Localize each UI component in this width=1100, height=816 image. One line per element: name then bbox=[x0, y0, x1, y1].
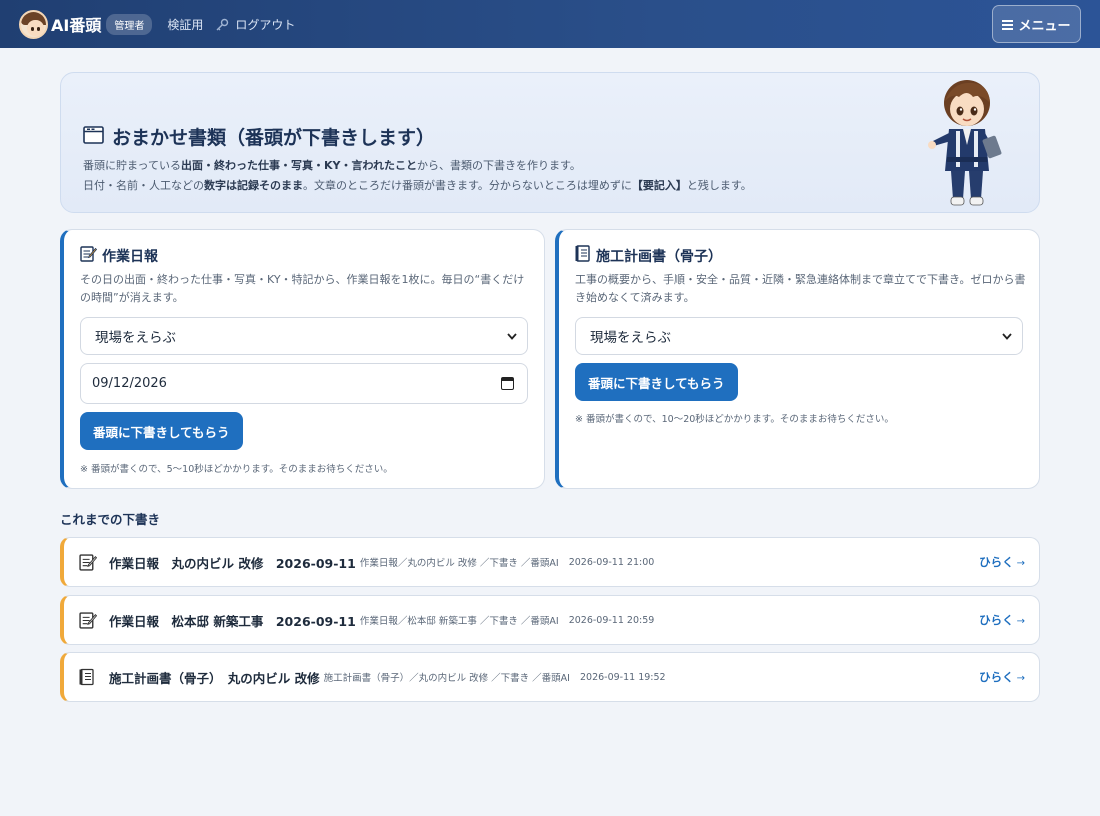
key-icon bbox=[215, 17, 229, 31]
construction-plan-title: 施工計画書（骨子） bbox=[596, 248, 722, 265]
site-select-value: 現場をえらぶ bbox=[95, 330, 176, 346]
hero-description: 番頭に貯まっている出面・終わった仕事・写真・KY・言われたことから、書類の下書き… bbox=[83, 159, 752, 192]
site-select-value: 現場をえらぶ bbox=[590, 330, 671, 346]
memo-icon bbox=[79, 611, 98, 629]
construction-plan-description: 工事の概要から、手順・安全・品質・近隣・緊急連絡体制まで章立てで下書き。ゼロから… bbox=[575, 273, 1026, 304]
daily-report-site-select[interactable]: 現場をえらぶ bbox=[80, 317, 528, 355]
calendar-icon[interactable] bbox=[501, 377, 514, 390]
mascot-illustration bbox=[923, 73, 1007, 213]
brand-name: AI番頭 bbox=[51, 16, 102, 35]
menu-button[interactable]: メニュー bbox=[992, 5, 1081, 43]
chevron-down-icon bbox=[1002, 328, 1012, 344]
hero-title: おまかせ書類（番頭が下書きします） bbox=[112, 127, 436, 149]
history-item[interactable]: 施工計画書（骨子） 丸の内ビル 改修 施工計画書（骨子）／丸の内ビル 改修 ／下… bbox=[60, 652, 1040, 702]
chevron-down-icon bbox=[507, 328, 517, 344]
history-item-title: 施工計画書（骨子） 丸の内ビル 改修 bbox=[109, 670, 320, 686]
nav-logout-link[interactable]: ログアウト bbox=[235, 16, 295, 33]
daily-report-note: ※ 番頭が書くので、5〜10秒ほどかかります。そのままお待ちください。 bbox=[80, 464, 393, 475]
mascot-avatar-icon bbox=[19, 9, 48, 39]
history-item-time: 2026-09-11 20:59 bbox=[568, 614, 655, 626]
history-item-title: 作業日報 松本邸 新築工事 2026-09-11 bbox=[109, 613, 356, 629]
menu-label: メニュー bbox=[1018, 18, 1071, 34]
history-item[interactable]: 作業日報 丸の内ビル 改修 2026-09-11 作業日報／丸の内ビル 改修 ／… bbox=[60, 537, 1040, 587]
brand[interactable]: AI番頭 管理者 bbox=[19, 9, 153, 39]
history-item-meta: 作業日報／丸の内ビル 改修 ／下書き ／番頭AI bbox=[359, 558, 559, 569]
construction-plan-site-select[interactable]: 現場をえらぶ bbox=[575, 317, 1023, 355]
date-value: 09/12/2026 bbox=[92, 376, 167, 391]
memo-icon bbox=[80, 245, 98, 266]
arrow-right-icon: → bbox=[1016, 673, 1025, 684]
daily-report-title: 作業日報 bbox=[102, 248, 158, 265]
history-item-title: 作業日報 丸の内ビル 改修 2026-09-11 bbox=[109, 555, 356, 571]
arrow-right-icon: → bbox=[1016, 558, 1025, 569]
file-cabinet-icon bbox=[83, 125, 104, 149]
open-link[interactable]: ひらく → bbox=[979, 554, 1025, 570]
history-item-meta: 作業日報／松本邸 新築工事 ／下書き ／番頭AI bbox=[359, 616, 559, 627]
daily-report-generate-button[interactable]: 番頭に下書きしてもらう bbox=[80, 412, 243, 450]
role-badge: 管理者 bbox=[106, 13, 153, 35]
open-link[interactable]: ひらく → bbox=[979, 669, 1025, 685]
history-item-time: 2026-09-11 21:00 bbox=[568, 556, 655, 568]
notebook-icon bbox=[79, 668, 97, 686]
daily-report-description: その日の出面・終わった仕事・写真・KY・特記から、作業日報を1枚に。毎日の“書く… bbox=[80, 273, 525, 304]
history-section-title: これまでの下書き bbox=[60, 512, 161, 527]
notebook-icon bbox=[575, 245, 591, 266]
top-navbar: AI番頭 管理者 検証用 ログアウト メニュー bbox=[0, 0, 1100, 48]
memo-icon bbox=[79, 553, 98, 571]
hero-panel: おまかせ書類（番頭が下書きします） 番頭に貯まっている出面・終わった仕事・写真・… bbox=[60, 72, 1040, 213]
history-item[interactable]: 作業日報 松本邸 新築工事 2026-09-11 作業日報／松本邸 新築工事 ／… bbox=[60, 595, 1040, 645]
daily-report-date-input[interactable]: 09/12/2026 bbox=[80, 363, 528, 404]
arrow-right-icon: → bbox=[1016, 616, 1025, 627]
daily-report-card: 作業日報 その日の出面・終わった仕事・写真・KY・特記から、作業日報を1枚に。毎… bbox=[60, 229, 545, 489]
open-link[interactable]: ひらく → bbox=[979, 612, 1025, 628]
nav-verify-link[interactable]: 検証用 bbox=[167, 16, 203, 33]
construction-plan-note: ※ 番頭が書くので、10〜20秒ほどかかります。そのままお待ちください。 bbox=[575, 414, 894, 425]
history-item-time: 2026-09-11 19:52 bbox=[579, 671, 666, 683]
construction-plan-card: 施工計画書（骨子） 工事の概要から、手順・安全・品質・近隣・緊急連絡体制まで章立… bbox=[555, 229, 1040, 489]
history-item-meta: 施工計画書（骨子）／丸の内ビル 改修 ／下書き ／番頭AI bbox=[323, 673, 570, 684]
hamburger-icon bbox=[1002, 19, 1014, 30]
construction-plan-generate-button[interactable]: 番頭に下書きしてもらう bbox=[575, 363, 738, 401]
